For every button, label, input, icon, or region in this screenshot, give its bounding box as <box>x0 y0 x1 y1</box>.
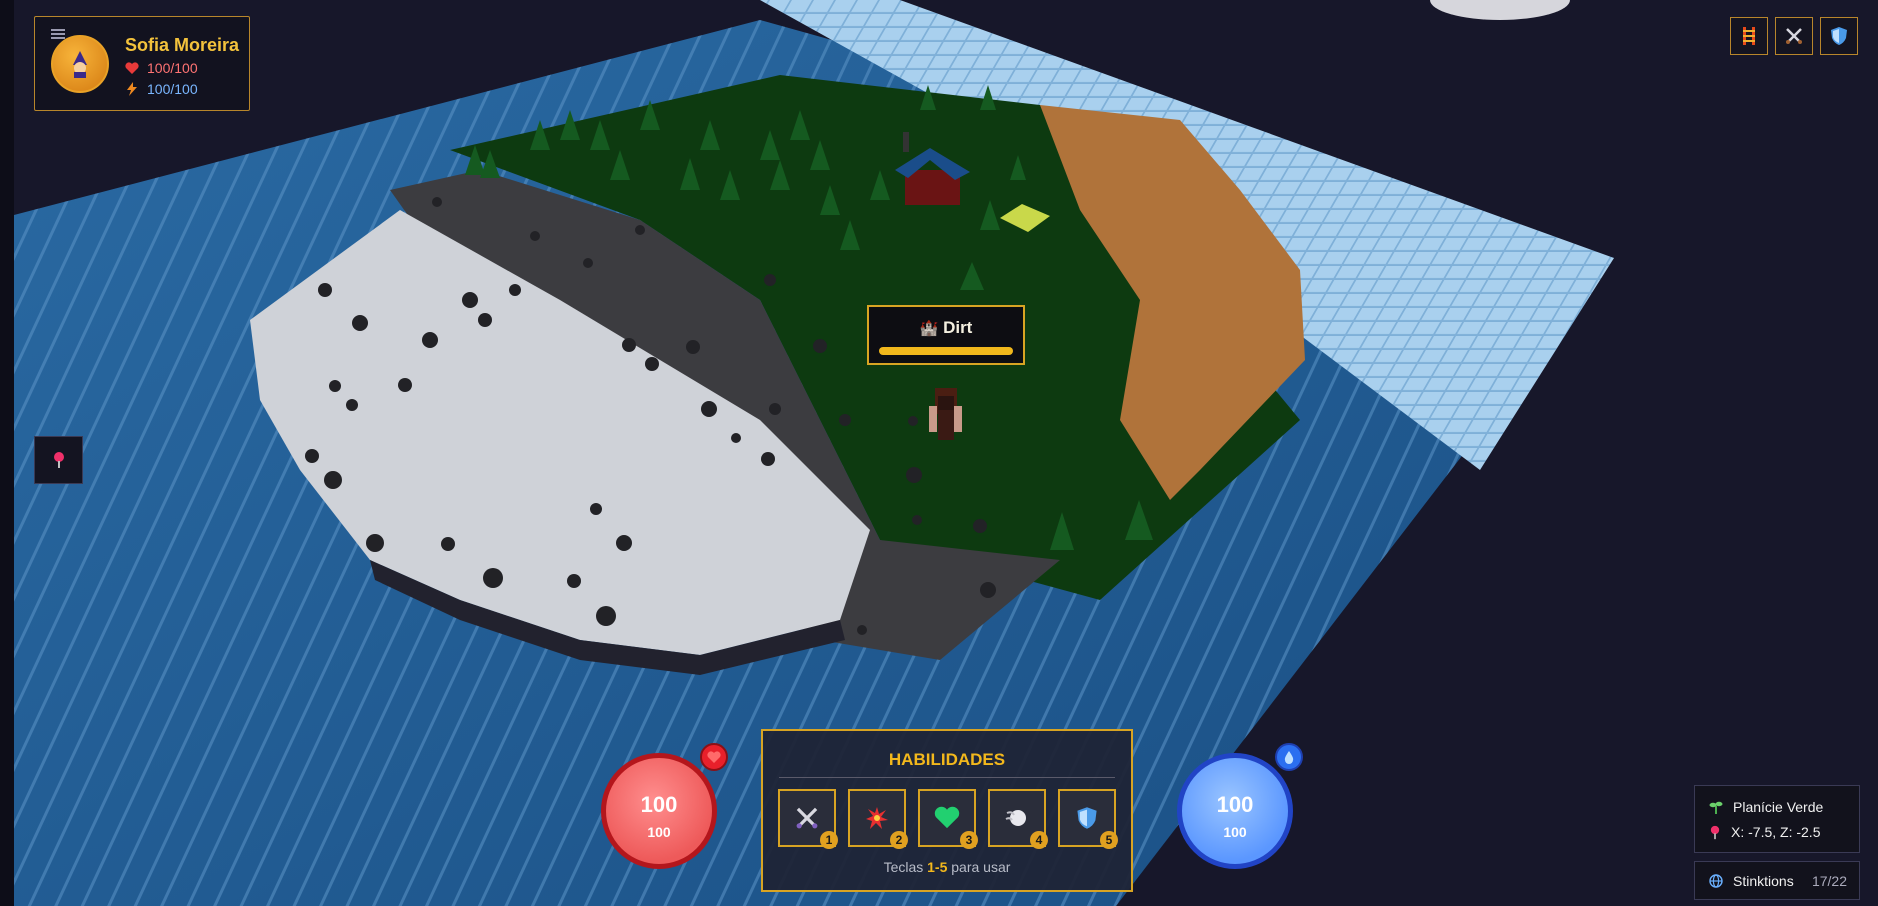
player-hp: 100/100 <box>125 60 198 76</box>
green-heart-icon <box>934 806 960 829</box>
mana-value: 100 <box>1216 792 1254 817</box>
skills-panel: HABILIDADES 1 2 3 4 5 Teclas 1-5 para us… <box>761 729 1133 892</box>
skills-divider <box>779 777 1115 778</box>
ladder-icon <box>1743 27 1755 45</box>
skill-slot-5[interactable]: 5 <box>1058 789 1118 849</box>
ranking-button[interactable] <box>1730 17 1768 55</box>
heart-icon <box>707 750 721 763</box>
player-hp-text: 100/100 <box>147 60 198 76</box>
globe-icon <box>1709 874 1723 888</box>
player-energy: 100/100 <box>125 81 198 97</box>
server-player-count: 17/22 <box>1811 873 1847 889</box>
skill-slot-2[interactable]: 2 <box>848 789 908 849</box>
whirlwind-icon <box>1005 810 1026 826</box>
shield-icon <box>1077 807 1097 829</box>
explosion-icon <box>866 807 888 829</box>
skill-key-2: 2 <box>890 831 908 849</box>
skills-title: HABILIDADES <box>888 750 1006 769</box>
tile-label: 🏰 Dirt <box>919 318 973 337</box>
shield-icon <box>1831 27 1847 45</box>
heart-icon <box>125 61 139 74</box>
player-card: Sofia Moreira 100/100 100/100 <box>34 16 250 111</box>
map-pin-icon <box>1710 825 1720 839</box>
mana-max: 100 <box>1223 824 1247 840</box>
crossed-swords-icon <box>796 807 818 829</box>
sprout-icon <box>1709 801 1723 814</box>
hp-max: 100 <box>647 824 671 840</box>
skill-key-4: 4 <box>1030 831 1048 849</box>
left-edge <box>0 0 14 906</box>
map-pin-icon <box>53 452 64 468</box>
skill-slot-4[interactable]: 4 <box>988 789 1048 849</box>
server-info[interactable]: Stinktions 17/22 <box>1694 861 1860 900</box>
zone-name-row: Planície Verde <box>1709 799 1823 815</box>
player-avatar[interactable] <box>51 35 109 93</box>
skill-slot-3[interactable]: 3 <box>918 789 978 849</box>
skills-hint: Teclas 1-5 para usar <box>883 859 1011 875</box>
zone-info: Planície Verde X: -7.5, Z: -2.5 <box>1694 785 1860 853</box>
zone-name: Planície Verde <box>1733 799 1824 815</box>
server-name-row: Stinktions <box>1709 873 1794 889</box>
skill-key-1: 1 <box>820 831 838 849</box>
mana-badge <box>1275 743 1303 771</box>
menu-icon[interactable] <box>51 29 65 39</box>
tile-progress-bar <box>879 347 1013 355</box>
tile-tooltip: 🏰 Dirt <box>867 305 1025 365</box>
lightning-icon <box>127 82 137 96</box>
droplet-icon <box>1284 750 1294 764</box>
server-name: Stinktions <box>1733 873 1794 889</box>
defense-button[interactable] <box>1820 17 1858 55</box>
hp-value: 100 <box>640 792 678 817</box>
zone-coords: X: -7.5, Z: -2.5 <box>1731 824 1821 840</box>
cloud <box>1430 0 1570 20</box>
hp-orb: 100 100 <box>601 753 717 869</box>
zone-coords-row: X: -7.5, Z: -2.5 <box>1709 824 1820 840</box>
crossed-swords-icon <box>1786 28 1802 44</box>
player-name: Sofia Moreira <box>125 35 240 55</box>
mana-orb: 100 100 <box>1177 753 1293 869</box>
skill-key-3: 3 <box>960 831 978 849</box>
map-pin-button[interactable] <box>34 436 83 484</box>
mage-icon <box>73 51 87 78</box>
skill-slot-1[interactable]: 1 <box>778 789 838 849</box>
castle-icon: 🏰 <box>919 320 939 337</box>
battle-button[interactable] <box>1775 17 1813 55</box>
skill-key-5: 5 <box>1100 831 1118 849</box>
hp-badge <box>700 743 728 771</box>
player-energy-text: 100/100 <box>147 81 198 97</box>
